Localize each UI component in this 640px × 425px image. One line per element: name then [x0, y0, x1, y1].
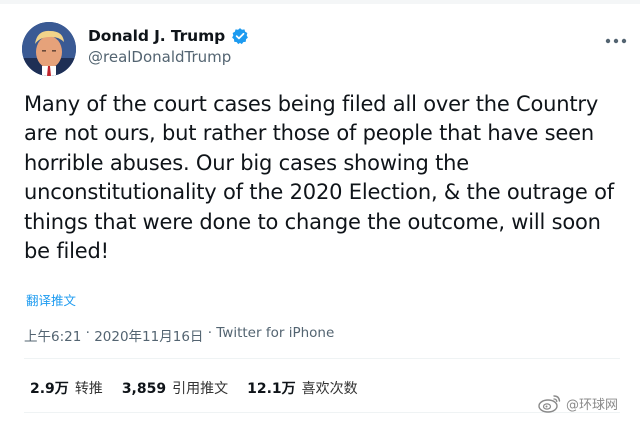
stat-likes[interactable]: 12.1万 喜欢次数 [247, 378, 358, 398]
quote-label: 引用推文 [172, 381, 229, 397]
verified-badge-icon [231, 27, 249, 45]
retweet-label: 转推 [74, 381, 103, 397]
watermark-text: @环球网 [566, 397, 619, 413]
tweet-meta: 上午6:21 · 2020年11月16日 · Twitter for iPhon… [24, 325, 334, 345]
like-label: 喜欢次数 [301, 381, 358, 397]
tweet-date[interactable]: 2020年11月16日 [94, 325, 203, 345]
tweet-text: Many of the court cases being filed all … [24, 92, 614, 264]
like-count: 12.1万 [247, 381, 296, 397]
watermark: @环球网 [538, 393, 618, 413]
tweet-source[interactable]: Twitter for iPhone [216, 325, 334, 345]
meta-separator: · [203, 325, 217, 341]
more-options-icon[interactable] [605, 30, 627, 44]
stats-bottom-divider [24, 412, 620, 413]
weibo-logo-icon [538, 395, 561, 413]
avatar-image [22, 22, 76, 76]
top-divider [0, 0, 640, 4]
stat-retweets[interactable]: 2.9万 转推 [30, 378, 103, 398]
tweet-card: Donald J. Trump @realDonaldTrump Many of… [0, 0, 640, 425]
avatar[interactable] [22, 22, 76, 76]
tweet-time[interactable]: 上午6:21 [24, 325, 81, 345]
user-handle[interactable]: @realDonaldTrump [88, 48, 231, 66]
meta-separator: · [81, 325, 95, 341]
translate-tweet-link[interactable]: 翻译推文 [26, 290, 76, 309]
quote-count: 3,859 [121, 381, 167, 397]
author-name-row[interactable]: Donald J. Trump [88, 27, 249, 45]
retweet-count: 2.9万 [30, 381, 69, 397]
engagement-stats: 2.9万 转推 3,859 引用推文 12.1万 喜欢次数 [30, 378, 377, 398]
stats-top-divider [24, 358, 620, 359]
display-name[interactable]: Donald J. Trump [88, 27, 225, 45]
stat-quote-tweets[interactable]: 3,859 引用推文 [122, 378, 228, 398]
